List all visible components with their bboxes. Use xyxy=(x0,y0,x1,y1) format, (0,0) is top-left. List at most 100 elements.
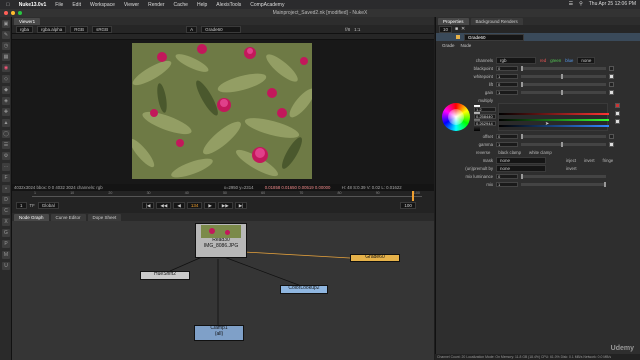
fringe-checkbox[interactable]: fringe xyxy=(603,158,614,163)
subtab-node[interactable]: Node xyxy=(461,43,472,48)
play-back-button[interactable]: ◀ xyxy=(173,202,185,209)
grade-channels-select[interactable]: rgb xyxy=(496,57,536,64)
white-clamp-checkbox[interactable]: white clamp xyxy=(529,150,552,155)
filter-tool-icon[interactable]: ◇ xyxy=(2,75,10,83)
viewer-image[interactable] xyxy=(132,43,312,179)
furnace-tool-icon[interactable]: F xyxy=(2,174,10,182)
menu-render[interactable]: Render xyxy=(148,2,164,8)
last-frame-button[interactable]: ▶| xyxy=(234,202,248,209)
multiply-g-field[interactable]: 0.258440 xyxy=(474,114,496,119)
search-icon[interactable]: ⚲ xyxy=(579,1,583,7)
draw-tool-icon[interactable]: ✎ xyxy=(2,31,10,39)
blackpoint-slider[interactable] xyxy=(521,66,606,71)
apple-icon[interactable]:  xyxy=(6,2,10,8)
gamma-field[interactable]: 1 xyxy=(496,142,518,147)
views-tool-icon[interactable]: ◯ xyxy=(2,130,10,138)
lift-slider[interactable] xyxy=(521,82,606,87)
menu-file[interactable]: File xyxy=(55,2,63,8)
node-graph-panel[interactable]: Node Graph Curve Editor Dope Sheet Read3… xyxy=(12,213,434,360)
tab-dope-sheet[interactable]: Dope Sheet xyxy=(87,214,122,221)
time-tool-icon[interactable]: ◷ xyxy=(2,42,10,50)
other-tool-icon[interactable]: ⋯ xyxy=(2,163,10,171)
whitepoint-slider[interactable] xyxy=(521,74,606,79)
offset-slider[interactable] xyxy=(521,134,606,139)
minimize-window-icon[interactable] xyxy=(11,11,15,15)
close-window-icon[interactable] xyxy=(4,11,8,15)
node-color-swatch[interactable] xyxy=(456,35,460,39)
zoom-window-icon[interactable] xyxy=(18,11,22,15)
3d-tool-icon[interactable]: ▲ xyxy=(2,119,10,127)
blue-check[interactable]: blue xyxy=(565,58,573,63)
menu-workspace[interactable]: Workspace xyxy=(90,2,115,8)
menu-cache[interactable]: Cache xyxy=(174,2,188,8)
wifi-icon[interactable]: ☰ xyxy=(569,1,573,7)
misc-tool-icon[interactable]: M xyxy=(2,251,10,259)
zoom-readout[interactable]: 1:1 xyxy=(354,27,360,32)
fstop-readout[interactable]: f/8 xyxy=(345,27,350,32)
tab-curve-editor[interactable]: Curve Editor xyxy=(50,214,86,221)
red-check[interactable]: red xyxy=(540,58,546,63)
gain-slider[interactable] xyxy=(521,90,606,95)
mask-select[interactable]: none xyxy=(496,157,546,164)
gain-field[interactable]: 1 xyxy=(496,90,518,95)
multiply-swatch-r[interactable] xyxy=(615,103,620,108)
mix-luminance-slider[interactable] xyxy=(521,174,606,179)
subtab-grade[interactable]: Grade xyxy=(442,43,455,48)
menu-edit[interactable]: Edit xyxy=(72,2,81,8)
play-button[interactable]: ▶ xyxy=(204,202,216,209)
app-menu[interactable]: Nuke13.0v1 xyxy=(19,2,47,8)
mix-field[interactable]: 1 xyxy=(496,182,518,187)
gamma-swatch[interactable] xyxy=(609,142,614,147)
invert-mask-checkbox[interactable]: invert xyxy=(584,158,595,163)
gain-swatch[interactable] xyxy=(609,90,614,95)
alpha-channel-select[interactable]: none xyxy=(577,57,596,64)
deep-tool-icon[interactable]: D xyxy=(2,196,10,204)
offset-field[interactable]: 0 xyxy=(496,134,518,139)
range-mode-select[interactable]: Global xyxy=(37,202,59,209)
max-panels-field[interactable]: 10 xyxy=(439,25,453,33)
multiply-swatch-g[interactable] xyxy=(615,111,620,116)
node-hueshift2[interactable]: HueShift2 xyxy=(140,271,190,280)
multiply-b-field[interactable]: 0.262944 xyxy=(474,121,496,126)
next-key-button[interactable]: ▶▶ xyxy=(217,202,233,209)
lut-select[interactable]: sRGB xyxy=(92,25,113,33)
channels-select[interactable]: rgba xyxy=(16,25,34,33)
transform-tool-icon[interactable]: ✚ xyxy=(2,108,10,116)
offset-swatch[interactable] xyxy=(609,134,614,139)
menubar-clock[interactable]: Thu Apr 25 12:06 PM xyxy=(589,1,636,7)
mix-slider[interactable] xyxy=(521,182,606,187)
multiply-swatch-b[interactable] xyxy=(615,119,620,124)
colorspace-select[interactable]: RGB xyxy=(70,25,89,33)
node-read30[interactable]: Read30 IMG_8086.JPG xyxy=(195,223,247,258)
merge-tool-icon[interactable]: ◈ xyxy=(2,97,10,105)
menu-compacademy[interactable]: CompAcademy xyxy=(250,2,284,8)
prev-key-button[interactable]: ◀◀ xyxy=(156,202,172,209)
first-frame-button[interactable]: |◀ xyxy=(141,202,155,209)
lift-field[interactable]: 0 xyxy=(496,82,518,87)
invert-unpremult-checkbox[interactable]: invert xyxy=(566,166,577,171)
alpha-select[interactable]: rgba.alpha xyxy=(37,25,67,33)
inject-checkbox[interactable]: inject xyxy=(566,158,576,163)
menu-viewer[interactable]: Viewer xyxy=(124,2,139,8)
blackpoint-field[interactable]: 0 xyxy=(496,66,518,71)
fps-field[interactable]: 1 xyxy=(16,202,27,209)
whitepoint-field[interactable]: 1 xyxy=(496,74,518,79)
cara-tool-icon[interactable]: C xyxy=(2,207,10,215)
node-clamp1[interactable]: Clamp1 (all) xyxy=(194,325,244,341)
multiply-r-field[interactable]: 1.2 xyxy=(474,107,496,112)
image-tool-icon[interactable]: ▣ xyxy=(2,20,10,28)
color-tool-icon[interactable]: ◉ xyxy=(2,64,10,72)
tab-background-renders[interactable]: Background Renders xyxy=(470,18,523,25)
lock-icon[interactable]: ■ xyxy=(455,26,458,32)
green-check[interactable]: green xyxy=(550,58,561,63)
tab-properties[interactable]: Properties xyxy=(438,18,469,25)
color-wheel[interactable] xyxy=(442,103,470,131)
particles-tool-icon[interactable]: • xyxy=(2,185,10,193)
clear-icon[interactable]: ✕ xyxy=(461,26,465,32)
nukex-tool-icon[interactable]: X xyxy=(2,218,10,226)
blackpoint-swatch[interactable] xyxy=(609,66,614,71)
menu-help[interactable]: Help xyxy=(197,2,207,8)
tab-node-graph[interactable]: Node Graph xyxy=(14,214,49,221)
gamma-slider[interactable] xyxy=(521,142,606,147)
input-a-select[interactable]: A xyxy=(186,25,198,33)
